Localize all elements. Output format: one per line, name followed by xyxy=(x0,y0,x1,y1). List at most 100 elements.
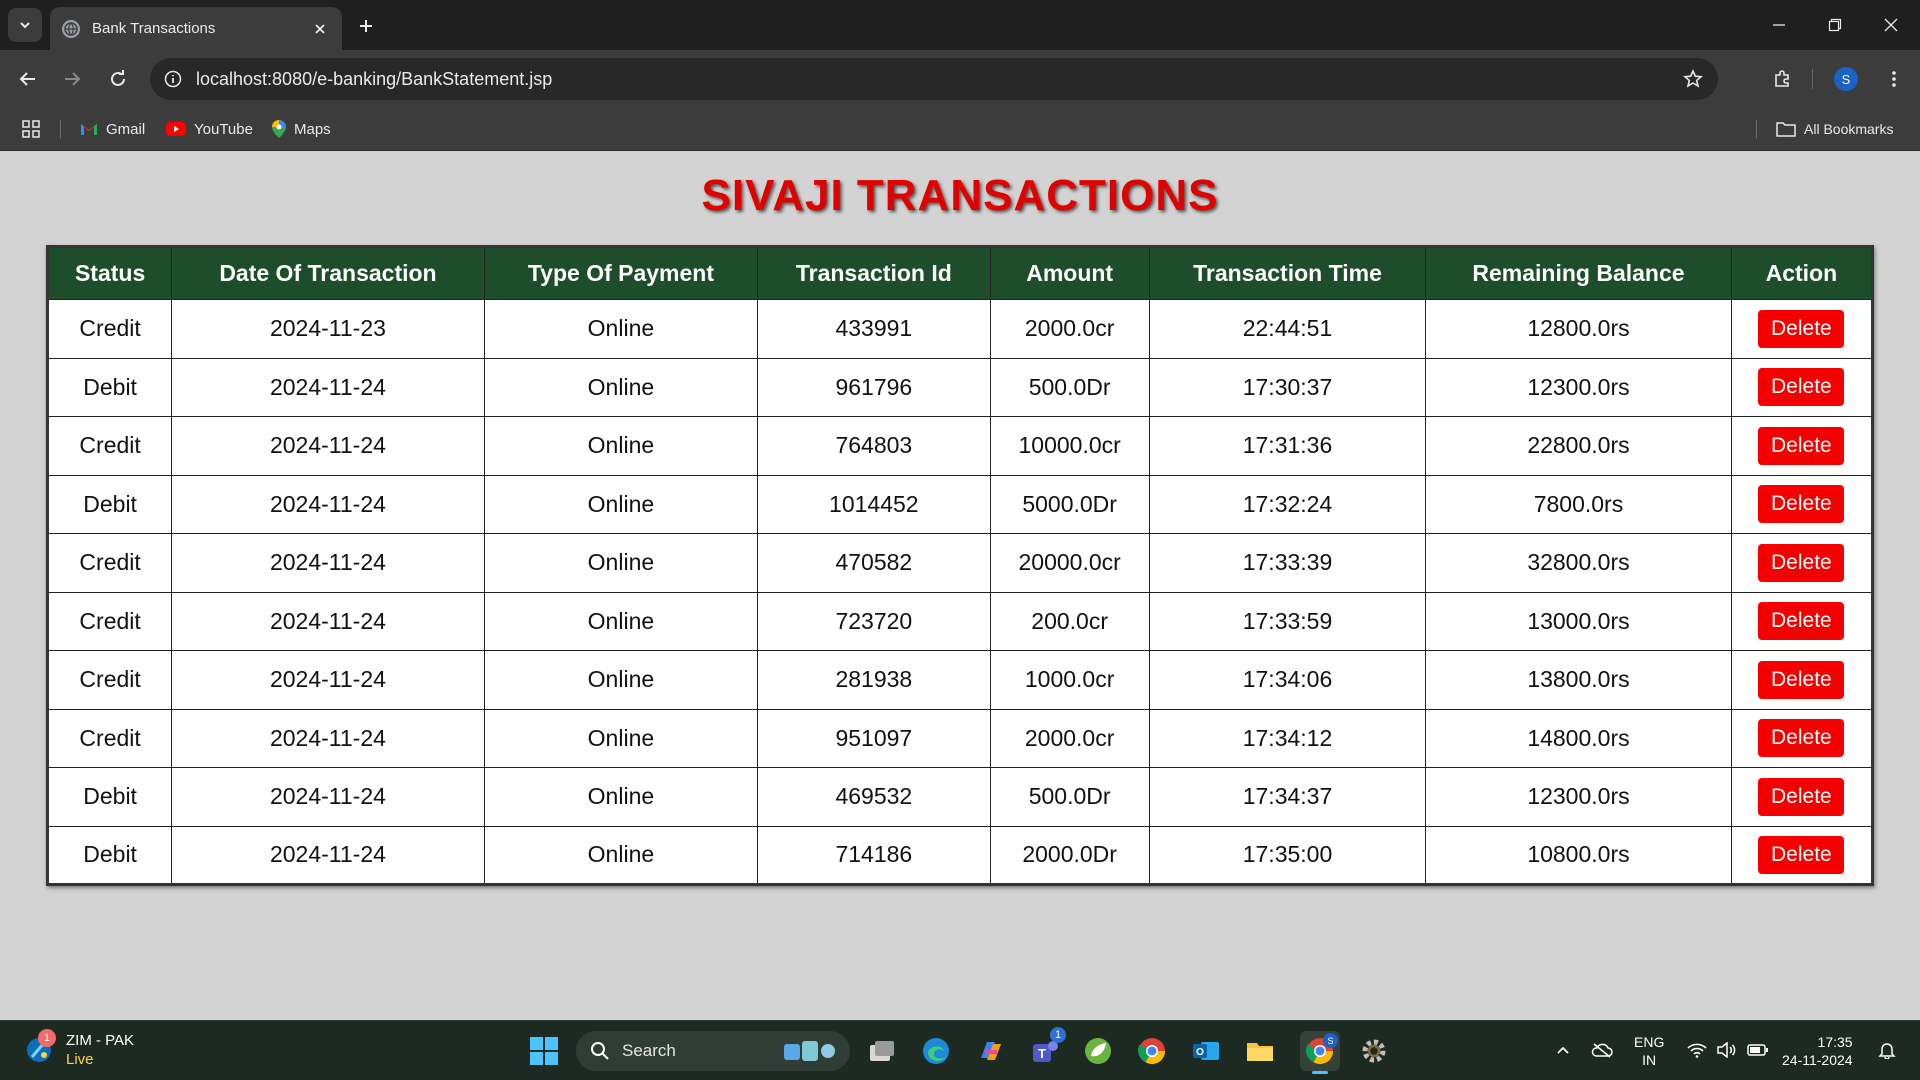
delete-button[interactable]: Delete xyxy=(1758,835,1845,874)
delete-button[interactable]: Delete xyxy=(1758,309,1845,348)
close-window-button[interactable] xyxy=(1862,0,1920,50)
task-view-button[interactable] xyxy=(862,1031,902,1071)
column-header-type[interactable]: Type Of Payment xyxy=(483,246,759,300)
column-header-amount[interactable]: Amount xyxy=(989,246,1150,300)
column-header-action[interactable]: Action xyxy=(1730,246,1874,300)
profile-button[interactable]: S xyxy=(1830,63,1862,95)
chrome-profile-app[interactable]: S xyxy=(1300,1031,1340,1074)
kebab-menu-icon xyxy=(1892,71,1896,87)
edge-app[interactable] xyxy=(916,1031,956,1071)
close-tab-icon[interactable] xyxy=(310,19,330,39)
browser-tabstrip: Bank Transactions xyxy=(0,0,1920,50)
chrome-profile-badge: S xyxy=(1323,1033,1338,1048)
site-info-icon[interactable] xyxy=(164,70,182,88)
outlook-app[interactable]: O xyxy=(1186,1031,1226,1071)
bookmark-youtube[interactable]: YouTube xyxy=(166,118,253,140)
cell-status: Debit xyxy=(46,357,173,417)
cell-balance: 13000.0rs xyxy=(1425,591,1732,651)
table-row: Credit 2024-11-24 Online 470582 20000.0c… xyxy=(46,533,1874,593)
cell-amount: 500.0Dr xyxy=(989,767,1150,827)
cell-balance: 32800.0rs xyxy=(1425,533,1732,593)
column-header-status[interactable]: Status xyxy=(46,246,173,300)
url-text: localhost:8080/e-banking/BankStatement.j… xyxy=(196,68,553,89)
delete-button[interactable]: Delete xyxy=(1758,602,1845,641)
language-indicator[interactable]: ENG IN xyxy=(1634,1033,1664,1069)
all-bookmarks-button[interactable]: All Bookmarks xyxy=(1776,118,1893,140)
page-title: SIVAJI TRANSACTIONS xyxy=(701,171,1219,220)
tab-search-button[interactable] xyxy=(8,8,42,42)
delete-button[interactable]: Delete xyxy=(1758,485,1845,524)
minimize-icon xyxy=(1773,24,1785,26)
onedrive-button[interactable] xyxy=(1588,1035,1616,1065)
column-header-time[interactable]: Transaction Time xyxy=(1148,246,1427,300)
spring-tools-app[interactable] xyxy=(1078,1031,1118,1071)
delete-button[interactable]: Delete xyxy=(1758,719,1845,758)
minimize-button[interactable] xyxy=(1750,0,1808,50)
cell-date: 2024-11-24 xyxy=(171,474,485,534)
cell-status: Credit xyxy=(46,416,173,476)
svg-text:T: T xyxy=(1038,1046,1046,1061)
new-tab-button[interactable] xyxy=(352,12,380,40)
plus-icon xyxy=(360,20,372,32)
cell-action: Delete xyxy=(1730,708,1874,768)
show-hidden-icons-button[interactable] xyxy=(1552,1035,1574,1065)
settings-app[interactable] xyxy=(1354,1031,1394,1071)
bookmark-gmail[interactable]: Gmail xyxy=(80,118,145,140)
apps-grid-button[interactable] xyxy=(22,118,40,140)
delete-button[interactable]: Delete xyxy=(1758,368,1845,407)
cell-amount: 200.0cr xyxy=(989,591,1150,651)
delete-button[interactable]: Delete xyxy=(1758,777,1845,816)
teams-app[interactable]: T 1 xyxy=(1024,1027,1066,1071)
battery-status[interactable] xyxy=(1744,1035,1772,1065)
delete-button[interactable]: Delete xyxy=(1758,543,1845,582)
all-bookmarks-label: All Bookmarks xyxy=(1804,121,1894,137)
cell-transaction-id: 281938 xyxy=(757,650,991,710)
forward-button[interactable] xyxy=(56,63,88,95)
cell-date: 2024-11-24 xyxy=(171,708,485,768)
address-bar[interactable]: localhost:8080/e-banking/BankStatement.j… xyxy=(150,58,1718,100)
system-clock[interactable]: 17:35 24-11-2024 xyxy=(1782,1033,1853,1069)
column-header-transaction-id[interactable]: Transaction Id xyxy=(757,246,991,300)
reload-button[interactable] xyxy=(102,63,134,95)
cell-date: 2024-11-24 xyxy=(171,767,485,827)
language-code: ENG xyxy=(1634,1034,1665,1050)
tab-bank-transactions[interactable]: Bank Transactions xyxy=(50,7,342,50)
chrome-app[interactable] xyxy=(1132,1031,1172,1071)
notifications-button[interactable] xyxy=(1874,1035,1900,1065)
bookmarks-bar: Gmail YouTube Maps All Bookmarks xyxy=(0,108,1920,151)
back-button[interactable] xyxy=(12,63,44,95)
table-row: Credit 2024-11-23 Online 433991 2000.0cr… xyxy=(46,299,1874,359)
cell-status: Credit xyxy=(46,650,173,710)
volume-status[interactable] xyxy=(1714,1035,1740,1065)
column-header-balance[interactable]: Remaining Balance xyxy=(1425,246,1732,300)
cell-date: 2024-11-24 xyxy=(171,533,485,593)
leaf-icon xyxy=(1085,1038,1111,1064)
delete-button[interactable]: Delete xyxy=(1758,660,1845,699)
transactions-table: Status Date Of Transaction Type Of Payme… xyxy=(46,245,1874,886)
copilot-app[interactable] xyxy=(970,1031,1010,1071)
start-button[interactable] xyxy=(524,1031,564,1071)
cell-status: Debit xyxy=(46,767,173,827)
clock-date: 24-11-2024 xyxy=(1782,1052,1853,1068)
cell-balance: 22800.0rs xyxy=(1425,416,1732,476)
cell-transaction-id: 714186 xyxy=(757,825,991,885)
cell-time: 22:44:51 xyxy=(1148,299,1427,359)
bookmark-star-icon[interactable] xyxy=(1682,68,1704,90)
folder-icon xyxy=(1247,1043,1273,1061)
column-header-date[interactable]: Date Of Transaction xyxy=(171,246,485,300)
restore-button[interactable] xyxy=(1806,0,1864,50)
browser-menu-button[interactable] xyxy=(1878,63,1910,95)
table-row: Debit 2024-11-24 Online 714186 2000.0Dr … xyxy=(46,825,1874,885)
restore-icon xyxy=(1828,18,1842,32)
cell-time: 17:30:37 xyxy=(1148,357,1427,417)
news-widget[interactable]: 1 ZIM - PAK Live xyxy=(24,1029,134,1069)
wifi-status[interactable] xyxy=(1684,1035,1710,1065)
taskbar-search[interactable]: Search xyxy=(576,1031,850,1071)
bookmark-maps[interactable]: Maps xyxy=(272,118,331,140)
cell-date: 2024-11-24 xyxy=(171,591,485,651)
extensions-button[interactable] xyxy=(1766,63,1798,95)
cell-action: Delete xyxy=(1730,299,1874,359)
delete-button[interactable]: Delete xyxy=(1758,426,1845,465)
chevron-up-icon xyxy=(1557,1046,1569,1054)
file-explorer-app[interactable] xyxy=(1240,1031,1280,1071)
